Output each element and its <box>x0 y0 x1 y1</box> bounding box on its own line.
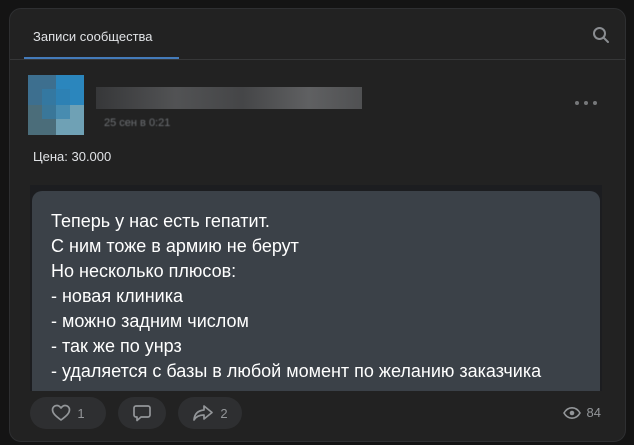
tab-bar: Записи сообщества <box>10 9 625 60</box>
tab-community-posts[interactable]: Записи сообщества <box>24 19 179 59</box>
post-image[interactable]: Теперь у нас есть гепатит. С ним тоже в … <box>30 185 602 391</box>
post-text: Цена: 30.000 <box>33 149 112 164</box>
share-icon <box>193 405 214 421</box>
more-dot <box>593 101 597 105</box>
message-line: - удаляется с базы в любой момент по жел… <box>51 361 542 381</box>
like-button[interactable]: 1 <box>30 397 106 429</box>
community-posts-card: Записи сообщества 25 сен в 0:21 Цена: 30… <box>9 8 626 442</box>
post-date[interactable]: 25 сен в 0:21 <box>104 117 170 129</box>
more-options-button[interactable] <box>575 95 597 109</box>
share-count: 2 <box>220 405 228 421</box>
more-horizontal-icon <box>575 101 579 105</box>
views-counter: 84 <box>562 405 601 420</box>
message-line: Но несколько плюсов: <box>51 261 237 281</box>
like-count: 1 <box>77 405 85 421</box>
author-name-blurred[interactable] <box>96 87 362 109</box>
comment-button[interactable] <box>118 397 166 429</box>
heart-icon <box>52 404 71 421</box>
message-bubble: Теперь у нас есть гепатит. С ним тоже в … <box>32 191 600 391</box>
search-button[interactable] <box>591 25 611 45</box>
more-dot <box>584 101 588 105</box>
post-header: 25 сен в 0:21 <box>24 75 611 145</box>
message-line: - новая клиника <box>51 286 183 306</box>
search-icon <box>593 27 609 43</box>
eye-icon <box>562 406 581 419</box>
avatar[interactable] <box>28 75 84 135</box>
post-actions: 1 2 84 <box>30 397 611 431</box>
message-line: Теперь у нас есть гепатит. <box>51 211 270 231</box>
views-count: 84 <box>586 405 601 420</box>
message-line: - так же по унрз <box>51 336 182 356</box>
message-line: - можно задним числом <box>51 311 249 331</box>
share-button[interactable]: 2 <box>178 397 242 429</box>
message-text: Теперь у нас есть гепатит. С ним тоже в … <box>51 209 541 384</box>
message-line: С ним тоже в армию не берут <box>51 236 299 256</box>
comment-icon <box>133 405 151 422</box>
